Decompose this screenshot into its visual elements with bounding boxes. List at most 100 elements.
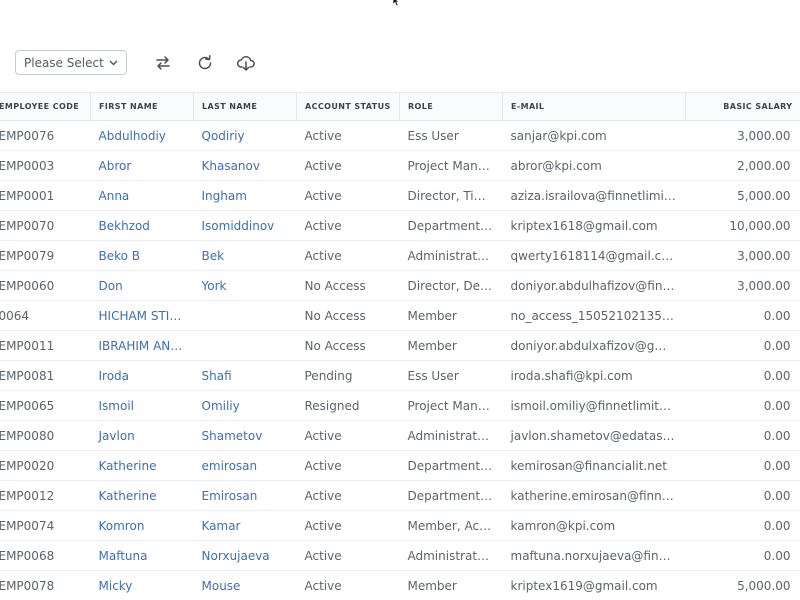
cell-role: Director, Time... bbox=[399, 180, 503, 211]
cell-basic-salary: 0.00 bbox=[685, 480, 800, 511]
cell-role: Administrator,... bbox=[399, 420, 503, 451]
cell-last-name[interactable]: Bek bbox=[193, 240, 297, 271]
cell-first-name[interactable]: Abdulhodiy bbox=[90, 120, 194, 151]
table-row[interactable]: EMP0076 Abdulhodiy Qodiriy Active Ess User sa… bbox=[0, 120, 800, 151]
cell-first-name[interactable]: Beko B bbox=[90, 240, 194, 271]
column-header-basic-salary[interactable]: BASIC SALARY bbox=[685, 92, 800, 121]
filter-select[interactable]: Please Select bbox=[15, 50, 127, 75]
column-header-first-name[interactable]: FIRST NAME bbox=[90, 92, 194, 121]
cell-first-name[interactable]: HICHAM STIT... bbox=[90, 300, 194, 331]
cell-last-name[interactable]: York bbox=[193, 270, 297, 301]
table-header-row: EMPLOYEE CODE FIRST NAME LAST NAME ACCOU… bbox=[0, 92, 800, 121]
table-row[interactable]: EMP0070 Bekhzod Isomiddinov Active Departmen… bbox=[0, 210, 800, 241]
table-row[interactable]: EMP0065 Ismoil Omiliy Resigned Project Manag… bbox=[0, 390, 800, 421]
cell-last-name[interactable]: Khasanov bbox=[193, 150, 297, 181]
download-button[interactable] bbox=[236, 53, 256, 73]
cell-employee-code: EMP0070 bbox=[0, 210, 91, 241]
table-row[interactable]: 0064 HICHAM STIT... No Access Member no_acce… bbox=[0, 300, 800, 331]
filter-select-value: Please Select bbox=[24, 55, 104, 70]
cell-email: katherine.emirosan@finnetlim... bbox=[502, 480, 686, 511]
cell-first-name[interactable]: Katherine bbox=[90, 480, 194, 511]
cell-first-name[interactable]: Anna bbox=[90, 180, 194, 211]
cell-first-name[interactable]: Don bbox=[90, 270, 194, 301]
cell-basic-salary: 3,000.00 bbox=[685, 120, 800, 151]
table-row[interactable]: EMP0020 Katherine emirosan Active Department… bbox=[0, 450, 800, 481]
table-row[interactable]: EMP0011 IBRAHIM ANS... No Access Member doni… bbox=[0, 330, 800, 361]
cell-last-name[interactable]: Kamar bbox=[193, 510, 297, 541]
cell-role: Department L... bbox=[399, 450, 503, 481]
cell-employee-code: EMP0076 bbox=[0, 120, 91, 151]
cell-last-name[interactable] bbox=[193, 330, 297, 361]
cell-basic-salary: 0.00 bbox=[685, 300, 800, 331]
cell-account-status: Active bbox=[296, 510, 400, 541]
refresh-icon bbox=[198, 55, 212, 70]
cell-account-status: Active bbox=[296, 240, 400, 271]
column-header-role[interactable]: ROLE bbox=[399, 92, 503, 121]
cell-first-name[interactable]: Abror bbox=[90, 150, 194, 181]
cell-account-status: Active bbox=[296, 420, 400, 451]
swap-button[interactable] bbox=[153, 53, 173, 73]
cell-email: kemirosan@financialit.net bbox=[502, 450, 686, 481]
cell-first-name[interactable]: Maftuna bbox=[90, 540, 194, 571]
cell-account-status: Active bbox=[296, 120, 400, 151]
cell-account-status: Resigned bbox=[296, 390, 400, 421]
cell-email: ismoil.omiliy@finnetlimited.co... bbox=[502, 390, 686, 421]
cell-last-name[interactable]: Norxujaeva bbox=[193, 540, 297, 571]
cell-first-name[interactable]: Iroda bbox=[90, 360, 194, 391]
cell-last-name[interactable]: Emirosan bbox=[193, 480, 297, 511]
cell-employee-code: EMP0011 bbox=[0, 330, 91, 361]
table-row[interactable]: EMP0079 Beko B Bek Active Administrator,... q… bbox=[0, 240, 800, 271]
cell-last-name[interactable]: Qodiriy bbox=[193, 120, 297, 151]
cell-role: Member bbox=[399, 300, 503, 331]
cell-employee-code: EMP0012 bbox=[0, 480, 91, 511]
cell-employee-code: EMP0068 bbox=[0, 540, 91, 571]
table-row[interactable]: EMP0060 Don York No Access Director, Depa...… bbox=[0, 270, 800, 301]
cell-last-name[interactable]: Ingham bbox=[193, 180, 297, 211]
table-row[interactable]: EMP0001 Anna Ingham Active Director, Time...… bbox=[0, 180, 800, 211]
table-row[interactable]: EMP0078 Micky Mouse Active Member kriptex1619… bbox=[0, 570, 800, 600]
cell-role: Director, Depa... bbox=[399, 270, 503, 301]
cell-last-name[interactable]: Shametov bbox=[193, 420, 297, 451]
table-row[interactable]: EMP0003 Abror Khasanov Active Project Manag.… bbox=[0, 150, 800, 181]
table-row[interactable]: EMP0068 Maftuna Norxujaeva Active Administra… bbox=[0, 540, 800, 571]
cell-role: Project Manag... bbox=[399, 390, 503, 421]
column-header-account-status[interactable]: ACCOUNT STATUS bbox=[296, 92, 400, 121]
cell-employee-code: EMP0001 bbox=[0, 180, 91, 211]
column-header-email[interactable]: E-MAIL bbox=[502, 92, 686, 121]
cell-role: Department L... bbox=[399, 210, 503, 241]
table-row[interactable]: EMP0080 Javlon Shametov Active Administrator… bbox=[0, 420, 800, 451]
cell-basic-salary: 5,000.00 bbox=[685, 570, 800, 600]
table-row[interactable]: EMP0074 Komron Kamar Active Member, Acco... k… bbox=[0, 510, 800, 541]
cell-employee-code: EMP0078 bbox=[0, 570, 91, 600]
cell-first-name[interactable]: Ismoil bbox=[90, 390, 194, 421]
column-header-employee-code[interactable]: EMPLOYEE CODE bbox=[0, 92, 91, 121]
cell-last-name[interactable]: Mouse bbox=[193, 570, 297, 600]
cell-employee-code: EMP0079 bbox=[0, 240, 91, 271]
cell-employee-code: EMP0065 bbox=[0, 390, 91, 421]
column-header-last-name[interactable]: LAST NAME bbox=[193, 92, 297, 121]
cell-email: kamron@kpi.com bbox=[502, 510, 686, 541]
table-row[interactable]: EMP0012 Katherine Emirosan Active Department… bbox=[0, 480, 800, 511]
cell-last-name[interactable] bbox=[193, 300, 297, 331]
table-row[interactable]: EMP0081 Iroda Shafi Pending Ess User iroda.sh… bbox=[0, 360, 800, 391]
cell-basic-salary: 0.00 bbox=[685, 360, 800, 391]
cell-last-name[interactable]: Shafi bbox=[193, 360, 297, 391]
chevron-down-icon bbox=[109, 60, 118, 66]
cell-first-name[interactable]: Micky bbox=[90, 570, 194, 600]
cell-last-name[interactable]: emirosan bbox=[193, 450, 297, 481]
cell-last-name[interactable]: Omiliy bbox=[193, 390, 297, 421]
cell-employee-code: EMP0020 bbox=[0, 450, 91, 481]
cell-role: Administrator,... bbox=[399, 540, 503, 571]
cell-last-name[interactable]: Isomiddinov bbox=[193, 210, 297, 241]
cell-email: aziza.israilova@finnetlimited.c... bbox=[502, 180, 686, 211]
cell-first-name[interactable]: Javlon bbox=[90, 420, 194, 451]
cell-basic-salary: 0.00 bbox=[685, 330, 800, 361]
cell-first-name[interactable]: Bekhzod bbox=[90, 210, 194, 241]
cell-first-name[interactable]: Katherine bbox=[90, 450, 194, 481]
cell-account-status: Active bbox=[296, 570, 400, 600]
cell-first-name[interactable]: Komron bbox=[90, 510, 194, 541]
cell-account-status: No Access bbox=[296, 330, 400, 361]
refresh-button[interactable] bbox=[195, 53, 215, 73]
cell-email: sanjar@kpi.com bbox=[502, 120, 686, 151]
cell-first-name[interactable]: IBRAHIM ANS... bbox=[90, 330, 194, 361]
